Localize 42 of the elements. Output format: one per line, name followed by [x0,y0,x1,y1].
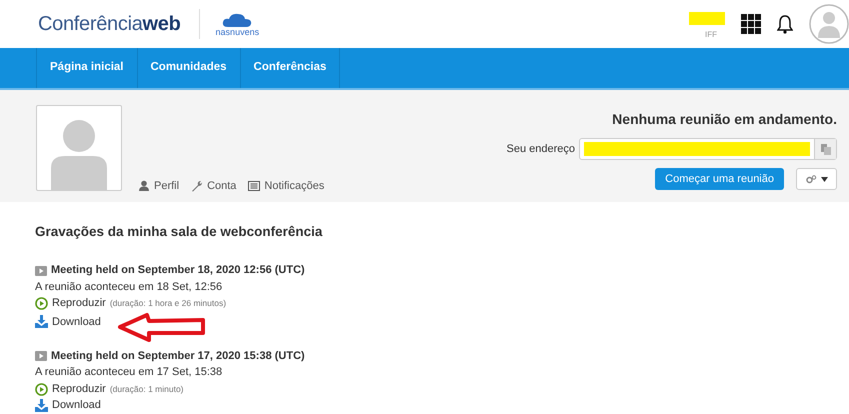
gear-icon [806,174,816,184]
wrench-icon [191,180,204,192]
address-field[interactable] [579,138,837,160]
bell-icon[interactable] [777,14,793,34]
organization-label: IFF [705,28,717,40]
duration-text: (duração: 1 hora e 26 minutos) [110,297,226,310]
recording-date: A reunião aconteceu em 18 Set, 12:56 [35,280,224,295]
settings-dropdown-button[interactable] [796,168,837,190]
profile-link[interactable]: Perfil [138,178,180,194]
address-label: Seu endereço [506,142,575,157]
download-link[interactable]: Download [35,397,101,414]
profile-link[interactable]: Notificações [248,178,324,194]
list-icon [248,180,260,192]
cloud-icon [222,12,252,28]
caret-icon [820,176,828,182]
play-link[interactable]: Reproduzir [35,380,106,398]
copy-icon[interactable] [820,144,830,154]
download-icon [35,315,48,328]
logo[interactable]: Conferênciaweb [38,9,181,39]
recording-title: Meeting held on September 18, 2020 12:56 (UTC) [51,263,305,278]
recording-title: Meeting held on September 17, 2020 15:38 (UTC) [51,348,305,364]
play-link[interactable]: Reproduzir [35,295,106,312]
start-meeting-button[interactable]: Começar uma reunião [655,168,784,190]
download-icon [35,399,48,412]
download-link[interactable]: Download [35,314,101,330]
nav-link[interactable]: Comunidades [138,48,241,88]
avatar-icon[interactable] [809,3,849,45]
play-icon [35,297,48,310]
duration-text: (duração: 1 minuto) [110,382,184,396]
profile-link[interactable]: Conta [191,178,236,194]
section-title: Gravações da minha sala de webconferência [35,223,324,241]
video-icon [35,351,47,361]
partner-logo: nasnuvens [216,28,260,36]
user-icon [138,180,150,192]
meeting-status: Nenhuma reunião em andamento. [612,110,837,129]
video-icon [35,266,47,276]
nav-link[interactable]: Conferências [240,48,340,88]
nav-link[interactable]: Página inicial [36,48,138,88]
apps-grid-icon[interactable] [741,14,761,34]
redaction-bar [689,12,725,24]
recording-date: A reunião aconteceu em 17 Set, 15:38 [35,365,224,380]
play-icon [35,382,48,396]
